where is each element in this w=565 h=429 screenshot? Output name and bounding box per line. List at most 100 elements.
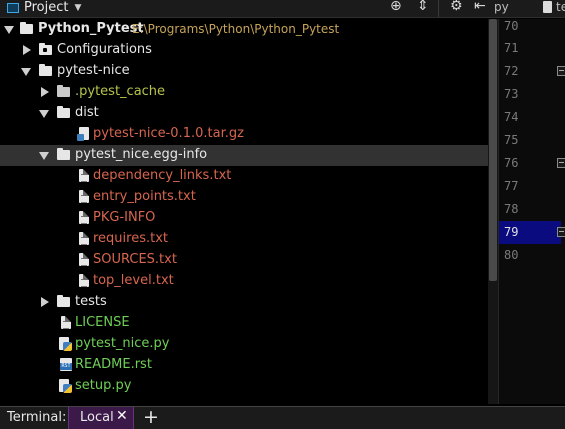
fold-marker-icon[interactable]	[557, 158, 565, 168]
tree-row-configurations[interactable]: Configurations	[0, 40, 488, 61]
python-file-icon	[59, 379, 72, 393]
python-file-icon	[59, 337, 72, 351]
editor-tab-label: py	[494, 0, 509, 14]
tree-row-pytest-cache[interactable]: .pytest_cache	[0, 82, 488, 103]
tree-root-path: E:\Programs\Python\Python_Pytest	[132, 22, 340, 36]
text-file-icon	[79, 274, 89, 287]
folder-icon	[57, 85, 70, 97]
terminal-tab-local[interactable]: Local ✕	[68, 407, 134, 429]
line-number: 73	[504, 87, 519, 101]
tool-window-icon	[7, 2, 19, 13]
folder-icon	[39, 43, 52, 55]
rst-file-icon: RST	[60, 358, 72, 371]
text-file-icon	[79, 211, 89, 224]
tree-row-entry-points[interactable]: entry_points.txt	[0, 187, 488, 208]
folder-icon	[57, 106, 70, 118]
tree-item-label: PKG-INFO	[93, 210, 156, 225]
terminal-tab-label: Local	[80, 410, 114, 425]
expanded-arrow-icon[interactable]	[39, 152, 49, 160]
tree-row-license[interactable]: LICENSE	[0, 313, 488, 334]
editor-tab-label: te	[556, 0, 565, 14]
project-toolwindow-header: Project ▼ ⊕ ⇕ ⚙ ⇤ py te	[0, 0, 565, 18]
folder-icon	[20, 22, 33, 34]
tree-item-label: .pytest_cache	[75, 84, 166, 99]
text-file-icon	[79, 253, 89, 266]
tree-item-label: SOURCES.txt	[93, 252, 177, 267]
expanded-arrow-icon[interactable]	[21, 68, 31, 76]
tree-item-label: pytest_nice.py	[75, 336, 170, 351]
text-file-icon	[79, 232, 89, 245]
tree-item-label: tests	[75, 294, 107, 309]
line-number: 74	[504, 110, 519, 124]
text-file-icon	[79, 169, 89, 182]
tree-row-top-level[interactable]: top_level.txt	[0, 271, 488, 292]
tree-scrollbar[interactable]	[488, 19, 498, 404]
tree-item-label: dist	[75, 105, 99, 120]
tree-item-label: requires.txt	[93, 231, 169, 246]
terminal-toolbar: Terminal: Local ✕ +	[0, 406, 565, 429]
tree-row-readme[interactable]: RST README.rst	[0, 355, 488, 376]
tree-row-requires[interactable]: requires.txt	[0, 229, 488, 250]
editor-gutter: 70 71 72 73 74 75 76 77 78 79 80	[498, 19, 565, 404]
tree-row-dist[interactable]: dist	[0, 103, 488, 124]
project-view-title: Project	[24, 0, 69, 15]
tree-row-sources[interactable]: SOURCES.txt	[0, 250, 488, 271]
fold-marker-icon[interactable]	[557, 227, 565, 237]
editor-tab-text[interactable]: te	[556, 0, 565, 17]
expanded-arrow-icon[interactable]	[39, 110, 49, 118]
folder-icon	[57, 148, 70, 160]
tree-item-label: pytest-nice-0.1.0.tar.gz	[93, 126, 244, 141]
line-number: 76	[504, 156, 519, 170]
terminal-label: Terminal:	[7, 410, 67, 425]
line-number: 78	[504, 202, 519, 216]
line-number: 72	[504, 64, 519, 78]
tree-root-name: Python_Pytest	[38, 21, 144, 36]
fold-marker-icon[interactable]	[557, 66, 565, 76]
line-number: 80	[504, 248, 519, 262]
tree-row-pkg-info[interactable]: PKG-INFO	[0, 208, 488, 229]
current-line-number: 79	[499, 221, 561, 244]
locate-icon[interactable]: ⊕	[390, 0, 402, 15]
line-number: 75	[504, 133, 519, 147]
line-number: 70	[504, 19, 519, 33]
tree-item-label: setup.py	[75, 378, 132, 393]
tree-item-label: LICENSE	[75, 315, 130, 330]
tree-item-label: top_level.txt	[93, 273, 174, 288]
scrollbar-thumb[interactable]	[489, 19, 497, 281]
tree-row-tarball[interactable]: pytest-nice-0.1.0.tar.gz	[0, 124, 488, 145]
tree-item-label: dependency_links.txt	[93, 168, 232, 183]
hide-panel-icon[interactable]: ⇤	[474, 0, 486, 15]
tree-item-label: Configurations	[57, 42, 152, 57]
tree-row-setup-py[interactable]: setup.py	[0, 376, 488, 397]
project-view-selector[interactable]: Project ▼	[7, 0, 81, 16]
text-file-icon	[543, 1, 552, 13]
tree-row-root[interactable]: Python_Pytest E:\Programs\Python\Python_…	[0, 19, 488, 40]
collapsed-arrow-icon[interactable]	[41, 297, 49, 307]
tree-item-label: entry_points.txt	[93, 189, 196, 204]
tree-row-dependency-links[interactable]: dependency_links.txt	[0, 166, 488, 187]
close-icon[interactable]: ✕	[116, 408, 128, 424]
text-file-icon	[79, 190, 89, 203]
folder-icon	[57, 295, 70, 307]
collapse-all-icon[interactable]: ⇕	[417, 0, 429, 15]
tree-row-tests[interactable]: tests	[0, 292, 488, 313]
project-tree[interactable]: Python_Pytest E:\Programs\Python\Python_…	[0, 19, 488, 404]
tree-item-label: README.rst	[75, 357, 152, 372]
chevron-down-icon[interactable]: ▼	[74, 3, 81, 13]
add-icon[interactable]: +	[143, 406, 159, 428]
collapsed-arrow-icon[interactable]	[41, 87, 49, 97]
toolbar-divider	[438, 0, 439, 17]
line-number: 77	[504, 179, 519, 193]
text-file-icon	[61, 316, 71, 329]
tree-row-pytest-nice[interactable]: pytest-nice	[0, 61, 488, 82]
expanded-arrow-icon[interactable]	[4, 26, 14, 34]
folder-icon	[39, 64, 52, 76]
tree-item-label: pytest_nice.egg-info	[75, 147, 208, 162]
gear-icon[interactable]: ⚙	[450, 0, 463, 15]
line-number: 71	[504, 41, 519, 55]
tree-row-pytest-nice-py[interactable]: pytest_nice.py	[0, 334, 488, 355]
collapsed-arrow-icon[interactable]	[23, 45, 31, 55]
tree-row-egg-info[interactable]: pytest_nice.egg-info	[0, 145, 488, 166]
archive-icon	[77, 127, 91, 141]
tree-item-label: pytest-nice	[57, 63, 130, 78]
